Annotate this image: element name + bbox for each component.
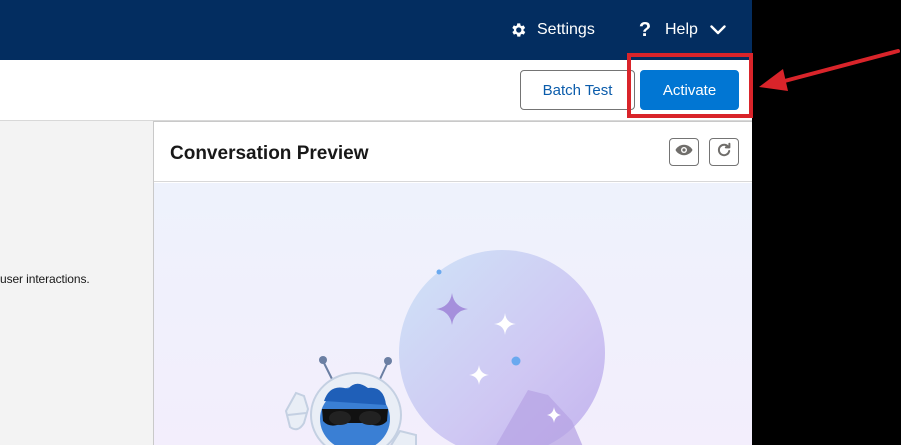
annotation-highlight-box: [627, 53, 753, 118]
preview-body: [154, 183, 752, 445]
settings-label: Settings: [537, 21, 595, 38]
conversation-preview-panel: Conversation Preview: [153, 121, 752, 445]
left-panel: user interactions.: [0, 121, 153, 445]
dot-small: [436, 269, 442, 275]
orb-shape: [399, 250, 605, 445]
settings-button[interactable]: Settings: [509, 0, 595, 60]
question-icon: ?: [638, 18, 652, 41]
eye-icon: [675, 143, 693, 161]
gear-icon: [509, 21, 527, 39]
astronaut-mascot: [284, 356, 417, 445]
dot-blue: [511, 356, 521, 366]
batch-test-button[interactable]: Batch Test: [520, 70, 635, 110]
preview-title: Conversation Preview: [170, 143, 369, 164]
preview-header: Conversation Preview: [154, 122, 752, 182]
help-menu-button[interactable]: ? Help: [637, 0, 726, 60]
panel-description: user interactions.: [0, 272, 90, 286]
annotation-arrow: [759, 49, 900, 91]
refresh-icon: [716, 142, 732, 163]
chevron-down-icon: [710, 25, 726, 35]
refresh-button[interactable]: [709, 138, 739, 166]
global-header: Settings ? Help: [0, 0, 752, 60]
view-button[interactable]: [669, 138, 699, 166]
astronaut-illustration: [284, 250, 605, 445]
help-label: Help: [665, 21, 698, 38]
